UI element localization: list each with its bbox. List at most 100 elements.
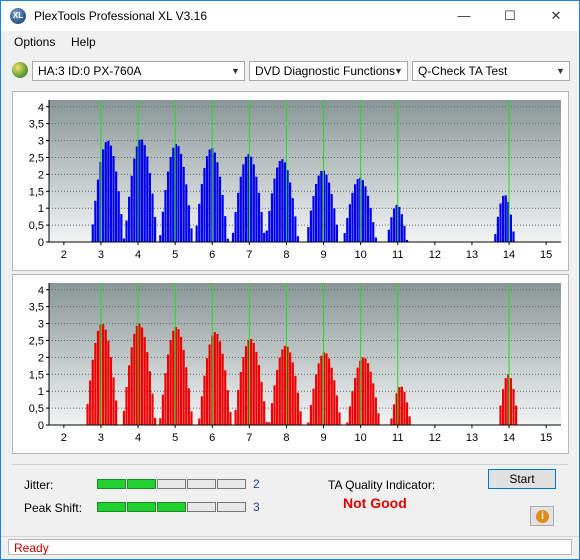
- lands-bar: [153, 217, 157, 242]
- function-select[interactable]: DVD Diagnostic Functions ▼: [249, 61, 408, 81]
- pits-bar: [94, 342, 97, 425]
- lands-bar: [268, 210, 271, 242]
- lands-bar: [224, 216, 227, 242]
- pits-bar: [216, 334, 219, 425]
- lands-bar: [200, 184, 203, 242]
- pits-bar: [198, 418, 201, 425]
- x-tick-label: 9: [320, 249, 326, 261]
- pits-bar: [86, 403, 89, 425]
- jitter-meter-segment: [127, 479, 156, 489]
- pits-bar: [91, 359, 94, 425]
- lands-bar: [263, 232, 266, 242]
- lands-bar: [317, 175, 320, 242]
- y-tick-label: 2: [38, 352, 44, 364]
- x-tick-label: 14: [503, 432, 515, 444]
- lands-bar: [133, 158, 136, 242]
- lands-bar: [143, 145, 146, 242]
- minimize-button[interactable]: —: [441, 1, 487, 31]
- menu-options[interactable]: Options: [14, 35, 55, 49]
- pits-bar: [125, 387, 128, 425]
- pits-bar: [234, 410, 237, 425]
- menu-help[interactable]: Help: [71, 35, 96, 49]
- lands-bar: [328, 182, 331, 242]
- pits-bar: [255, 351, 258, 425]
- pits-bar: [283, 345, 287, 425]
- lands-bar: [369, 207, 372, 242]
- test-select[interactable]: Q-Check TA Test ▼: [412, 61, 570, 81]
- lands-bar: [346, 217, 349, 242]
- pits-bar: [109, 357, 113, 425]
- y-tick-label: 1: [38, 386, 44, 398]
- lands-chart-svg: 0 0,5 1 1,5 2 2,5 3 3,5 4 2 3 4 5 6 7 8 9 10 11 12 13 14 15: [29, 100, 561, 261]
- pits-bar: [366, 363, 370, 425]
- drive-select[interactable]: HA:3 ID:0 PX-760A ▼: [32, 61, 245, 81]
- y-tick-label: 0,5: [29, 220, 44, 232]
- pits-bar: [182, 349, 185, 425]
- jitter-label: Jitter:: [24, 478, 54, 492]
- lands-bar: [252, 164, 255, 242]
- x-tick-label: 6: [209, 432, 215, 444]
- lands-bar: [185, 184, 188, 242]
- pits-bar: [260, 381, 263, 425]
- pits-bar: [291, 362, 294, 425]
- pits-bar: [403, 392, 406, 425]
- lands-bar: [494, 234, 497, 242]
- x-tick-label: 10: [355, 432, 367, 444]
- pits-bar: [153, 417, 157, 425]
- x-tick-label: 7: [246, 432, 252, 444]
- pits-bar: [133, 333, 136, 425]
- x-tick-label: 12: [429, 249, 441, 261]
- pits-bar: [96, 330, 100, 425]
- chevron-down-icon: ▼: [394, 66, 403, 76]
- maximize-button[interactable]: ☐: [487, 1, 533, 31]
- x-tick-label: 13: [466, 432, 478, 444]
- pits-bar: [353, 378, 357, 425]
- lands-bar: [257, 192, 261, 242]
- lands-bar: [96, 179, 100, 242]
- pits-bar: [203, 375, 206, 425]
- y-tick-label: 1,5: [29, 186, 44, 198]
- lands-bar: [312, 195, 315, 242]
- lands-bar: [343, 233, 346, 242]
- lands-bar: [278, 160, 281, 242]
- pits-bar: [273, 385, 276, 425]
- chevron-down-icon: ▼: [231, 66, 240, 76]
- pits-bar: [351, 391, 354, 425]
- pits-bar: [185, 367, 188, 425]
- close-button[interactable]: ✕: [533, 1, 579, 31]
- pits-bar: [115, 400, 118, 425]
- pits-bar: [335, 395, 338, 425]
- pits-bar: [312, 388, 315, 425]
- y-tick-label: 3: [38, 319, 44, 331]
- function-select-value: DVD Diagnostic Functions: [255, 64, 396, 78]
- jitter-value: 2: [253, 477, 260, 491]
- y-tick-label: 2,5: [29, 152, 44, 164]
- pits-bar: [333, 380, 336, 425]
- pits-bar: [514, 405, 518, 425]
- pits-bar: [374, 397, 377, 425]
- lands-bar: [372, 222, 375, 242]
- lands-bar: [234, 211, 237, 242]
- lands-bar: [366, 195, 370, 242]
- start-button[interactable]: Start: [488, 469, 556, 489]
- pits-bar: [299, 411, 302, 425]
- drive-icon: [12, 62, 28, 78]
- lands-bar: [221, 195, 224, 242]
- info-button[interactable]: i: [530, 506, 554, 526]
- x-tick-label: 3: [98, 249, 104, 261]
- pits-bar: [263, 401, 266, 425]
- title-bar[interactable]: XL PlexTools Professional XL V3.16 — ☐ ✕: [1, 1, 579, 31]
- pits-bar: [205, 358, 209, 425]
- lands-bar: [104, 142, 107, 242]
- lands-bar: [509, 214, 512, 242]
- lands-bar: [239, 176, 242, 242]
- pits-bar: [408, 416, 411, 425]
- lands-bar: [330, 194, 333, 242]
- pits-bar: [166, 354, 170, 425]
- lands-bar: [177, 146, 180, 242]
- pits-bar: [130, 347, 133, 425]
- lands-bar: [169, 157, 172, 242]
- y-tick-label: 1,5: [29, 369, 44, 381]
- pits-bar: [159, 418, 162, 425]
- lands-bar: [387, 229, 390, 242]
